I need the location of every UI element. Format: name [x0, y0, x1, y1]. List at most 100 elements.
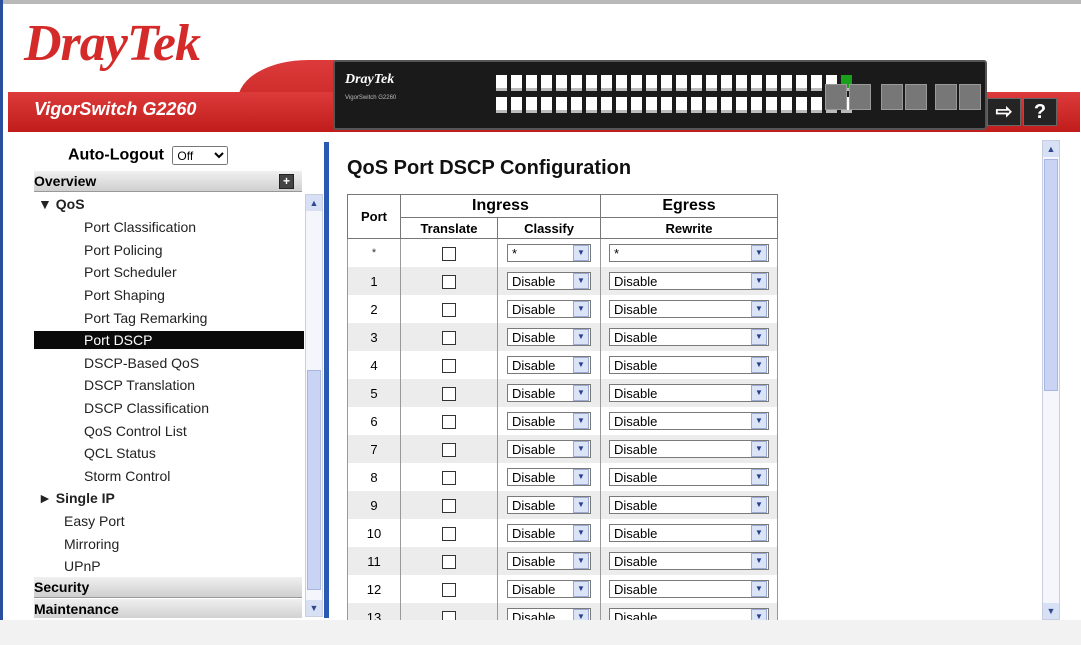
- nav-item-mirroring[interactable]: Mirroring: [64, 535, 119, 553]
- nav-item-port-dscp[interactable]: Port DSCP: [34, 331, 304, 349]
- rewrite-select[interactable]: Disable ▼: [609, 524, 769, 542]
- translate-checkbox[interactable]: [442, 526, 456, 541]
- translate-checkbox[interactable]: [442, 302, 456, 317]
- translate-checkbox[interactable]: [442, 246, 456, 261]
- chevron-down-icon[interactable]: ▼: [751, 497, 767, 513]
- rewrite-select[interactable]: Disable ▼: [609, 272, 769, 290]
- chevron-down-icon[interactable]: ▼: [573, 441, 589, 457]
- translate-checkbox[interactable]: [442, 274, 456, 289]
- classify-select[interactable]: Disable ▼: [507, 356, 591, 374]
- chevron-down-icon[interactable]: ▼: [751, 273, 767, 289]
- chevron-down-icon[interactable]: ▼: [573, 301, 589, 317]
- classify-select[interactable]: Disable ▼: [507, 300, 591, 318]
- rewrite-select[interactable]: Disable ▼: [609, 356, 769, 374]
- nav-item-storm-control[interactable]: Storm Control: [84, 467, 170, 485]
- sidebar-scrollbar[interactable]: ▲ ▼: [305, 194, 323, 617]
- auto-logout-select[interactable]: Off: [172, 146, 229, 165]
- classify-select[interactable]: Disable ▼: [507, 384, 591, 402]
- rewrite-select[interactable]: Disable ▼: [609, 384, 769, 402]
- sidebar-scroll-thumb[interactable]: [307, 370, 321, 590]
- nav-section-security[interactable]: Security: [34, 577, 302, 598]
- main-scrollbar[interactable]: ▲ ▼: [1042, 140, 1060, 620]
- classify-select[interactable]: Disable ▼: [507, 328, 591, 346]
- nav-item-dscp-based-qos[interactable]: DSCP-Based QoS: [84, 354, 199, 372]
- classify-select[interactable]: Disable ▼: [507, 412, 591, 430]
- nav-item-qos-control-list[interactable]: QoS Control List: [84, 422, 187, 440]
- translate-checkbox[interactable]: [442, 582, 456, 597]
- rewrite-select[interactable]: Disable ▼: [609, 552, 769, 570]
- nav-item-port-shaping[interactable]: Port Shaping: [84, 286, 165, 304]
- chevron-down-icon[interactable]: ▼: [751, 329, 767, 345]
- rewrite-select[interactable]: Disable ▼: [609, 440, 769, 458]
- rewrite-select[interactable]: Disable ▼: [609, 412, 769, 430]
- translate-checkbox[interactable]: [442, 498, 456, 513]
- chevron-down-icon[interactable]: ▼: [751, 441, 767, 457]
- translate-checkbox[interactable]: [442, 358, 456, 373]
- nav-item-dscp-classification[interactable]: DSCP Classification: [84, 399, 209, 417]
- nav-item-port-scheduler[interactable]: Port Scheduler: [84, 263, 177, 281]
- chevron-down-icon[interactable]: ▼: [751, 357, 767, 373]
- rewrite-select[interactable]: * ▼: [609, 244, 769, 262]
- nav-item-upnp[interactable]: UPnP: [64, 557, 101, 575]
- nav-section-maintenance[interactable]: Maintenance: [34, 599, 302, 618]
- chevron-down-icon[interactable]: ▼: [573, 581, 589, 597]
- main-scroll-thumb[interactable]: [1044, 159, 1058, 391]
- chevron-down-icon[interactable]: ▼: [751, 553, 767, 569]
- chevron-down-icon[interactable]: ▼: [573, 273, 589, 289]
- chevron-down-icon[interactable]: ▼: [573, 329, 589, 345]
- rewrite-select[interactable]: Disable ▼: [609, 468, 769, 486]
- nav-item-qcl-status[interactable]: QCL Status: [84, 444, 156, 462]
- chevron-down-icon[interactable]: ▼: [573, 385, 589, 401]
- rewrite-select[interactable]: Disable ▼: [609, 300, 769, 318]
- chevron-down-icon[interactable]: ▼: [573, 553, 589, 569]
- rewrite-select[interactable]: Disable ▼: [609, 328, 769, 346]
- chevron-down-icon[interactable]: ▼: [751, 525, 767, 541]
- classify-select[interactable]: Disable ▼: [507, 440, 591, 458]
- scroll-down-icon[interactable]: ▼: [1043, 603, 1059, 619]
- chevron-down-icon[interactable]: ▼: [751, 469, 767, 485]
- scroll-up-icon[interactable]: ▲: [306, 195, 322, 211]
- classify-select[interactable]: Disable ▼: [507, 524, 591, 542]
- translate-checkbox[interactable]: [442, 442, 456, 457]
- translate-checkbox[interactable]: [442, 386, 456, 401]
- chevron-down-icon[interactable]: ▼: [573, 245, 589, 261]
- nav-item-dscp-translation[interactable]: DSCP Translation: [84, 376, 195, 394]
- classify-select[interactable]: Disable ▼: [507, 580, 591, 598]
- nav-item-port-policing[interactable]: Port Policing: [84, 241, 163, 259]
- nav-group-qos[interactable]: ▼ QoS: [38, 195, 85, 213]
- chevron-down-icon[interactable]: ▼: [573, 357, 589, 373]
- classify-select[interactable]: Disable ▼: [507, 272, 591, 290]
- nav-item-port-classification[interactable]: Port Classification: [84, 218, 196, 236]
- table-row: 1 Disable ▼ Disable ▼: [347, 267, 778, 295]
- expand-plus-icon[interactable]: +: [279, 174, 294, 189]
- nav-group-single-ip[interactable]: ► Single IP: [38, 489, 115, 507]
- rewrite-select[interactable]: Disable ▼: [609, 496, 769, 514]
- nav-item-easy-port[interactable]: Easy Port: [64, 512, 125, 530]
- classify-select[interactable]: Disable ▼: [507, 552, 591, 570]
- translate-cell: [400, 323, 498, 351]
- classify-select[interactable]: * ▼: [507, 244, 591, 262]
- chevron-down-icon[interactable]: ▼: [751, 385, 767, 401]
- chevron-down-icon[interactable]: ▼: [573, 525, 589, 541]
- scroll-up-icon[interactable]: ▲: [1043, 141, 1059, 157]
- nav-section-overview[interactable]: Overview +: [34, 171, 302, 192]
- chevron-down-icon[interactable]: ▼: [573, 413, 589, 429]
- chevron-down-icon[interactable]: ▼: [573, 469, 589, 485]
- translate-checkbox[interactable]: [442, 470, 456, 485]
- chevron-down-icon[interactable]: ▼: [751, 245, 767, 261]
- help-icon[interactable]: ?: [1023, 98, 1057, 126]
- nav-item-port-tag-remarking[interactable]: Port Tag Remarking: [84, 309, 207, 327]
- translate-checkbox[interactable]: [442, 554, 456, 569]
- chevron-down-icon[interactable]: ▼: [751, 301, 767, 317]
- translate-checkbox[interactable]: [442, 330, 456, 345]
- rewrite-select[interactable]: Disable ▼: [609, 580, 769, 598]
- sfp-port: [905, 84, 927, 110]
- chevron-down-icon[interactable]: ▼: [573, 497, 589, 513]
- classify-select[interactable]: Disable ▼: [507, 496, 591, 514]
- scroll-down-icon[interactable]: ▼: [306, 600, 322, 616]
- chevron-down-icon[interactable]: ▼: [751, 581, 767, 597]
- logout-icon[interactable]: ⇨: [987, 98, 1021, 126]
- translate-checkbox[interactable]: [442, 414, 456, 429]
- classify-select[interactable]: Disable ▼: [507, 468, 591, 486]
- chevron-down-icon[interactable]: ▼: [751, 413, 767, 429]
